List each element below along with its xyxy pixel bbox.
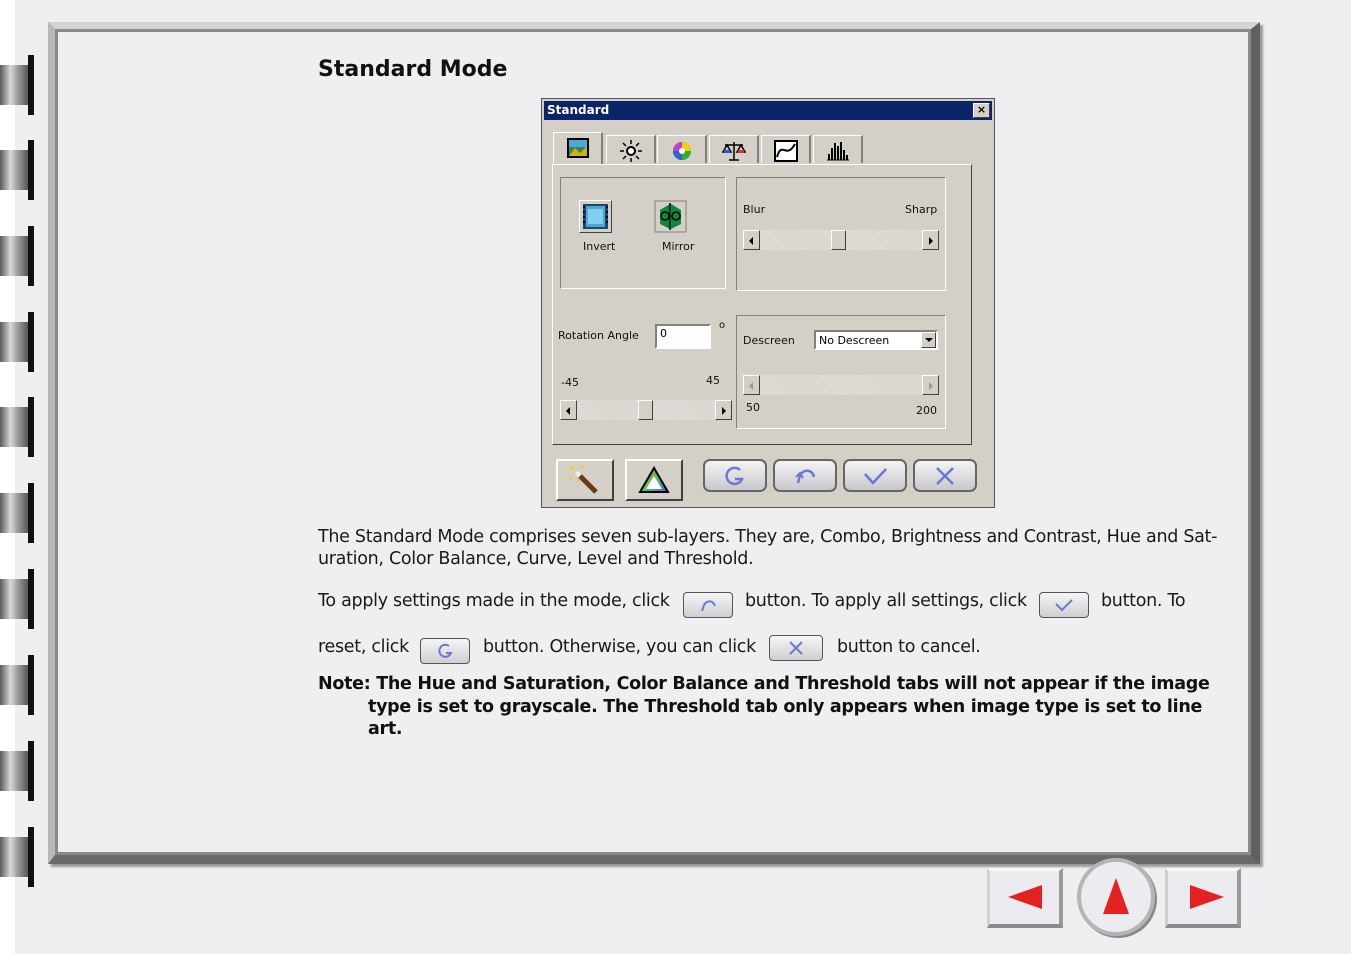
previous-page-button[interactable] (987, 868, 1063, 928)
invert-button[interactable] (579, 200, 612, 233)
scroll-left-button[interactable] (560, 400, 577, 420)
previous-page-icon (1008, 885, 1042, 909)
next-page-icon (1190, 885, 1224, 909)
ring (0, 483, 34, 543)
chevron-down-icon (921, 332, 936, 348)
combo-icon (567, 138, 589, 158)
ring (0, 312, 34, 372)
next-page-button[interactable] (1165, 868, 1241, 928)
sharp-label: Sharp (905, 203, 938, 216)
up-icon (1103, 878, 1129, 914)
scroll-right-button[interactable] (715, 400, 732, 420)
ring (0, 397, 34, 457)
tab-level[interactable] (813, 135, 863, 163)
descreen-label: Descreen (743, 334, 795, 347)
level-icon (827, 142, 849, 161)
slider-thumb[interactable] (831, 230, 846, 250)
note-line: type is set to grayscale. The Threshold … (368, 696, 1203, 717)
descreen-max-label: 200 (916, 404, 937, 417)
paragraph-text: To apply settings made in the mode, clic… (318, 591, 670, 611)
invert-mirror-group: Invert Mirror (560, 177, 726, 289)
descreen-min-label: 50 (746, 401, 760, 414)
scroll-left-button[interactable] (743, 230, 760, 250)
close-button[interactable]: × (973, 103, 990, 118)
invert-label: Invert (583, 240, 616, 253)
paragraph-text: button. To (1101, 591, 1186, 611)
rotation-angle-input[interactable]: 0 (655, 324, 711, 349)
ring (0, 741, 34, 801)
brightness-contrast-icon (620, 140, 642, 162)
scroll-right-button[interactable] (922, 230, 939, 250)
ring (0, 827, 34, 887)
apply-button[interactable] (773, 459, 837, 492)
color-adjust-button[interactable] (625, 459, 683, 501)
inline-ok-button (1039, 592, 1089, 618)
descreen-group: Descreen No Descreen 50 200 (736, 315, 946, 429)
auto-adjust-button[interactable] (556, 459, 614, 501)
mirror-button[interactable] (654, 200, 687, 233)
descreen-select[interactable]: No Descreen (814, 330, 938, 350)
tab-curve[interactable] (761, 135, 811, 163)
mirror-label: Mirror (662, 240, 695, 253)
note: Note: The Hue and Saturation, Color Bala… (318, 673, 1218, 741)
tab-panel: Invert Mirror Blur Sharp Rotation Angle … (552, 164, 972, 445)
ring (0, 226, 34, 286)
cancel-button[interactable] (913, 459, 977, 492)
descreen-slider[interactable] (743, 375, 939, 395)
dialog-titlebar: Standard × (544, 101, 992, 120)
paragraph-text: reset, click (318, 637, 409, 657)
standard-dialog: Standard × Invert Mirror Blur Sharp Rota… (541, 98, 995, 508)
apply-icon (701, 600, 716, 612)
close-icon (936, 466, 954, 485)
hue-saturation-icon (673, 142, 691, 160)
ok-button[interactable] (843, 459, 907, 492)
color-balance-icon (722, 142, 746, 161)
up-button[interactable] (1077, 858, 1155, 936)
tab-combo[interactable] (553, 132, 603, 164)
inline-reset-button (420, 638, 470, 664)
tab-hue-saturation[interactable] (657, 135, 707, 163)
note-line: art. (368, 719, 403, 739)
dialog-title: Standard (547, 103, 610, 117)
paragraph: The Standard Mode comprises seven sub-la… (318, 527, 1218, 547)
invert-icon (583, 204, 608, 229)
paragraph: uration, Color Balance, Curve, Level and… (318, 549, 754, 569)
sharpness-slider[interactable] (743, 230, 939, 250)
ring (0, 55, 34, 115)
rotation-angle-label: Rotation Angle (558, 329, 639, 342)
paragraph-text: button. To apply all settings, click (745, 591, 1027, 611)
page-title: Standard Mode (318, 57, 508, 82)
mirror-icon (654, 200, 687, 233)
blur-label: Blur (743, 203, 766, 216)
note-line: Note: The Hue and Saturation, Color Bala… (318, 674, 1210, 694)
rotation-min-label: -45 (561, 376, 579, 389)
degree-symbol: o (719, 320, 726, 331)
inline-cancel-button (769, 635, 823, 661)
reset-icon (725, 466, 744, 485)
close-icon (789, 641, 803, 655)
rotation-slider[interactable] (560, 400, 732, 420)
check-icon (1055, 599, 1073, 612)
curve-icon (774, 140, 798, 162)
magic-wand-icon (569, 465, 598, 494)
reset-button[interactable] (703, 459, 767, 492)
descreen-value: No Descreen (819, 334, 890, 347)
paragraph-text: button. Otherwise, you can click (483, 637, 756, 657)
apply-icon (795, 469, 816, 483)
triangle-color-icon (638, 466, 670, 493)
ring (0, 140, 34, 200)
slider-thumb[interactable] (638, 400, 653, 420)
reset-icon (438, 643, 453, 658)
tab-brightness[interactable] (606, 135, 656, 163)
sharpness-group: Blur Sharp (736, 177, 946, 291)
rotation-max-label: 45 (706, 374, 720, 387)
ring (0, 569, 34, 629)
paragraph-text: button to cancel. (837, 637, 981, 657)
check-icon (864, 467, 887, 485)
scroll-left-button[interactable] (743, 375, 760, 395)
inline-apply-button (683, 592, 733, 618)
scroll-right-button[interactable] (922, 375, 939, 395)
tab-color-balance[interactable] (709, 135, 759, 163)
ring (0, 655, 34, 715)
